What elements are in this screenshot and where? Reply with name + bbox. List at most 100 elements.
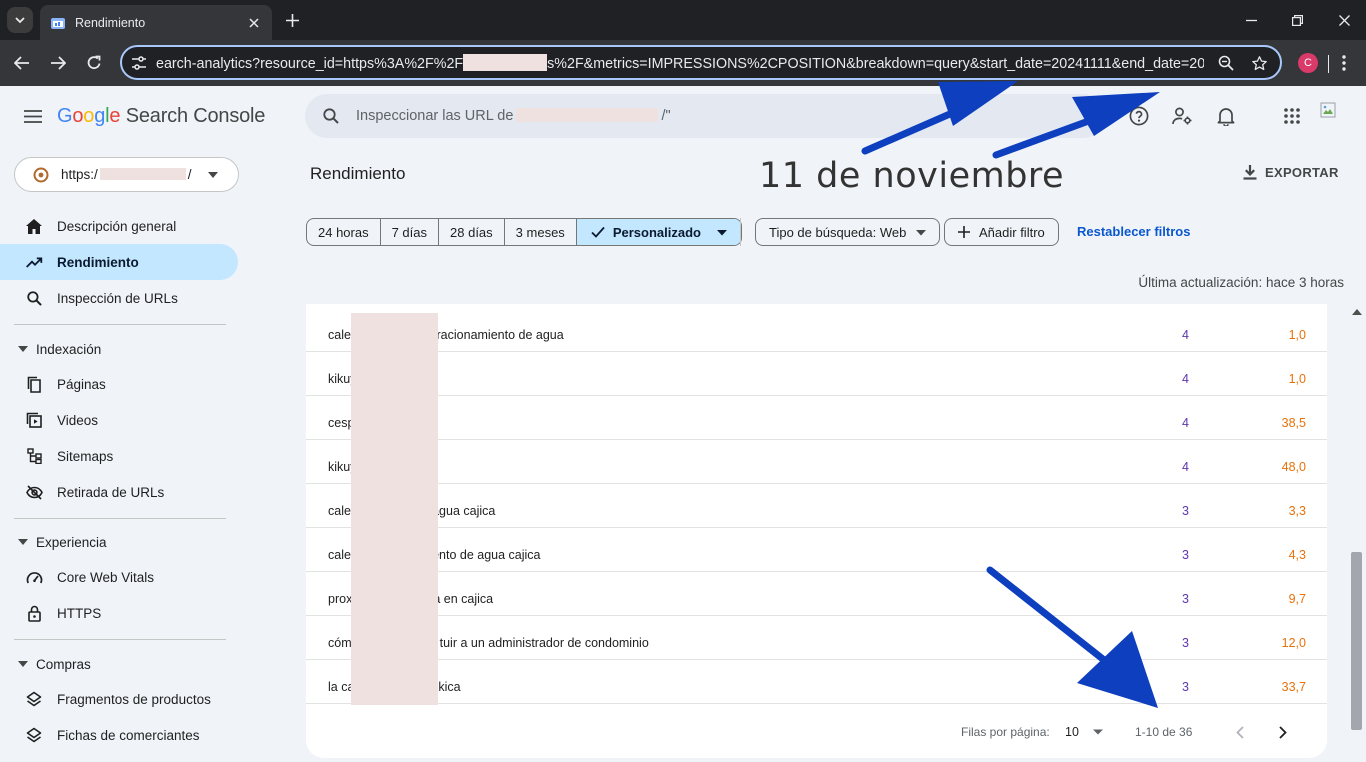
- notifications-button[interactable]: [1214, 104, 1238, 128]
- plus-icon: [958, 226, 970, 238]
- back-button[interactable]: [11, 52, 33, 74]
- scroll-up-arrow-icon[interactable]: [1352, 308, 1362, 316]
- close-window-button[interactable]: [1334, 10, 1354, 30]
- next-page-button[interactable]: [1273, 722, 1293, 742]
- caret-down-icon: [18, 661, 28, 667]
- scrollbar-thumb[interactable]: [1351, 552, 1362, 730]
- impressions-cell: 4: [1182, 460, 1189, 474]
- impressions-cell: 3: [1182, 680, 1189, 694]
- table-row[interactable]: cesp 4 38,5: [306, 396, 1327, 440]
- reload-icon: [87, 55, 101, 70]
- sidebar-item-videos[interactable]: Videos: [0, 402, 238, 438]
- filter-divider: [740, 218, 741, 246]
- lock-icon: [24, 603, 44, 623]
- sidebar-divider: [14, 518, 226, 519]
- minimize-button[interactable]: [1241, 10, 1261, 30]
- zoom-icon[interactable]: [1216, 53, 1236, 73]
- caret-down-icon: [916, 229, 927, 235]
- export-button[interactable]: EXPORTAR: [1243, 164, 1339, 180]
- browser-tab[interactable]: Rendimiento: [40, 5, 272, 40]
- date-range-7d[interactable]: 7 días: [381, 219, 440, 245]
- main-menu-button[interactable]: [22, 105, 44, 127]
- sidebar-item-core-web-vitals[interactable]: Core Web Vitals: [0, 559, 238, 595]
- table-row[interactable]: caler e racionamiento de agua 4 1,0: [306, 308, 1327, 352]
- broken-image-icon: [1320, 102, 1336, 118]
- bell-icon: [1217, 108, 1235, 126]
- sidebar-item-url-inspection[interactable]: Inspección de URLs: [0, 280, 238, 316]
- table-row[interactable]: caler agua cajica 3 3,3: [306, 484, 1327, 528]
- position-cell: 12,0: [1281, 636, 1306, 650]
- visibility-off-icon: [24, 482, 44, 502]
- date-range-24h[interactable]: 24 horas: [307, 219, 381, 245]
- caret-down-icon[interactable]: [1093, 729, 1103, 735]
- table-row[interactable]: cóm tuir a un administrador de condominio…: [306, 616, 1327, 660]
- users-settings-button[interactable]: [1170, 104, 1194, 128]
- sidebar-item-sitemaps[interactable]: Sitemaps: [0, 438, 238, 474]
- table-row[interactable]: la ca kica 3 33,7: [306, 660, 1327, 704]
- profile-avatar[interactable]: C: [1298, 53, 1318, 73]
- tab-close-icon[interactable]: [246, 15, 262, 31]
- trending-up-icon: [24, 252, 44, 272]
- add-filter-button[interactable]: Añadir filtro: [944, 218, 1059, 246]
- redacted-domain: [99, 168, 186, 180]
- help-button[interactable]: [1127, 104, 1151, 128]
- forward-button[interactable]: [47, 52, 69, 74]
- position-cell: 38,5: [1281, 416, 1306, 430]
- table-row[interactable]: caler ento de agua cajica 3 4,3: [306, 528, 1327, 572]
- sidebar-item-performance[interactable]: Rendimiento: [0, 244, 238, 280]
- section-indexing[interactable]: Indexación: [0, 334, 238, 364]
- table-row[interactable]: kikuy 4 1,0: [306, 352, 1327, 396]
- bookmark-star-icon[interactable]: [1249, 53, 1269, 73]
- position-cell: 3,3: [1288, 504, 1306, 518]
- position-cell: 33,7: [1281, 680, 1306, 694]
- account-avatar[interactable]: [1320, 102, 1340, 122]
- table-row[interactable]: prox a en cajica 3 9,7: [306, 572, 1327, 616]
- restore-button[interactable]: [1287, 10, 1307, 30]
- date-range-custom[interactable]: Personalizado: [576, 219, 741, 245]
- browser-toolbar: earch-analytics?resource_id=https%3A%2F%…: [0, 40, 1366, 86]
- home-icon: [24, 216, 44, 236]
- previous-page-button[interactable]: [1230, 722, 1250, 742]
- sidebar-item-removals[interactable]: Retirada de URLs: [0, 474, 238, 510]
- impressions-cell: 3: [1182, 548, 1189, 562]
- more-vert-icon: [1342, 55, 1346, 71]
- property-selector[interactable]: https://: [14, 157, 239, 192]
- browser-menu-button[interactable]: [1334, 52, 1354, 74]
- sidebar-item-merchant-listings[interactable]: Fichas de comerciantes: [0, 717, 238, 753]
- video-icon: [24, 410, 44, 430]
- tab-search-button[interactable]: [7, 7, 33, 33]
- new-tab-button[interactable]: [281, 9, 303, 31]
- sidebar-item-pages[interactable]: Páginas: [0, 366, 238, 402]
- sidebar-item-https[interactable]: HTTPS: [0, 595, 238, 631]
- speed-gauge-icon: [24, 567, 44, 587]
- arrow-forward-icon: [51, 56, 66, 70]
- site-info-icon[interactable]: [122, 47, 156, 78]
- date-range-3m[interactable]: 3 meses: [505, 219, 577, 245]
- download-icon: [1243, 165, 1257, 180]
- reset-filters-link[interactable]: Restablecer filtros: [1077, 224, 1190, 239]
- section-experience[interactable]: Experiencia: [0, 527, 238, 557]
- sidebar-item-overview[interactable]: Descripción general: [0, 208, 238, 244]
- google-apps-button[interactable]: [1280, 104, 1304, 128]
- search-type-filter[interactable]: Tipo de búsqueda: Web: [755, 218, 941, 246]
- sitemap-icon: [24, 446, 44, 466]
- sidebar-item-product-snippets[interactable]: Fragmentos de productos: [0, 681, 238, 717]
- tab-title: Rendimiento: [75, 15, 146, 30]
- impressions-cell: 4: [1182, 328, 1189, 342]
- rows-per-page-select[interactable]: 10: [1065, 725, 1079, 739]
- url-bar[interactable]: earch-analytics?resource_id=https%3A%2F%…: [120, 45, 1329, 80]
- url-text[interactable]: earch-analytics?resource_id=https%3A%2F%…: [156, 53, 1204, 72]
- redacted-domain: [463, 53, 548, 71]
- page-scrollbar[interactable]: [1348, 304, 1366, 762]
- section-shopping[interactable]: Compras: [0, 649, 238, 679]
- reload-button[interactable]: [83, 52, 105, 74]
- impressions-cell: 3: [1182, 504, 1189, 518]
- search-console-logo[interactable]: Google Search Console: [57, 105, 265, 128]
- caret-down-icon: [18, 539, 28, 545]
- text-cursor: [1328, 55, 1329, 73]
- position-cell: 1,0: [1288, 372, 1306, 386]
- table-row[interactable]: kikuy 4 48,0: [306, 440, 1327, 484]
- date-range-28d[interactable]: 28 días: [439, 219, 505, 245]
- chevron-right-icon: [1279, 725, 1287, 739]
- url-inspection-search[interactable]: Inspeccionar las URL de/": [305, 94, 1105, 138]
